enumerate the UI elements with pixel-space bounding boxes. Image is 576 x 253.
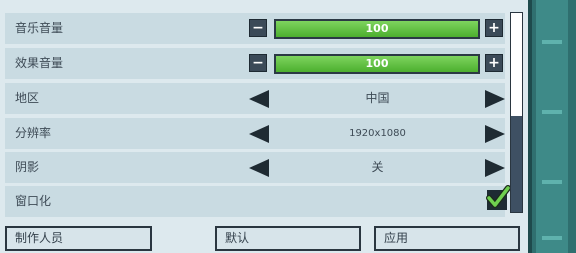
effects-volume-row: 效果音量 − 100 + bbox=[5, 48, 505, 79]
check-icon bbox=[486, 185, 511, 208]
resolution-prev-arrow-icon[interactable] bbox=[249, 125, 269, 143]
background-stripe bbox=[542, 110, 562, 114]
windowed-checkbox[interactable] bbox=[486, 185, 511, 210]
effects-volume-value: 100 bbox=[365, 57, 389, 70]
plus-icon: + bbox=[488, 20, 500, 36]
resolution-next-arrow-icon[interactable] bbox=[485, 125, 505, 143]
credits-button[interactable]: 制作人员 bbox=[5, 226, 152, 251]
shadows-next-arrow-icon[interactable] bbox=[485, 159, 505, 177]
background-stripe bbox=[542, 40, 562, 44]
music-volume-row: 音乐音量 − 100 + bbox=[5, 13, 505, 44]
background-pillar bbox=[536, 0, 568, 253]
region-row: 地区 中国 bbox=[5, 83, 505, 114]
background-stripe bbox=[542, 236, 562, 240]
default-button[interactable]: 默认 bbox=[215, 226, 361, 251]
windowed-label: 窗口化 bbox=[15, 194, 52, 208]
shadows-label: 阴影 bbox=[15, 160, 40, 174]
windowed-row: 窗口化 bbox=[5, 185, 511, 217]
shadows-value: 关 bbox=[371, 160, 384, 174]
effects-volume-decrease-button[interactable]: − bbox=[249, 54, 267, 72]
music-volume-value: 100 bbox=[365, 22, 389, 35]
background-stripe bbox=[542, 180, 562, 184]
region-next-arrow-icon[interactable] bbox=[485, 90, 505, 108]
effects-volume-slider[interactable]: 100 bbox=[274, 54, 480, 74]
apply-button[interactable]: 应用 bbox=[374, 226, 520, 251]
background-edge bbox=[528, 0, 532, 253]
music-volume-decrease-button[interactable]: − bbox=[249, 19, 267, 37]
music-volume-increase-button[interactable]: + bbox=[485, 19, 503, 37]
music-volume-label: 音乐音量 bbox=[15, 21, 64, 35]
region-value: 中国 bbox=[365, 91, 390, 105]
effects-volume-increase-button[interactable]: + bbox=[485, 54, 503, 72]
game-background bbox=[528, 0, 576, 253]
resolution-label: 分辨率 bbox=[15, 126, 52, 140]
minus-icon: − bbox=[252, 55, 264, 71]
plus-icon: + bbox=[488, 55, 500, 71]
settings-panel: 音乐音量 − 100 + 效果音量 − 100 + 地区 中国 分辨率 1920… bbox=[0, 0, 528, 253]
shadows-row: 阴影 关 bbox=[5, 152, 505, 183]
settings-scrollbar[interactable] bbox=[510, 12, 523, 213]
resolution-value: 1920x1080 bbox=[349, 128, 406, 139]
region-label: 地区 bbox=[15, 91, 40, 105]
minus-icon: − bbox=[252, 20, 264, 36]
shadows-prev-arrow-icon[interactable] bbox=[249, 159, 269, 177]
scrollbar-thumb[interactable] bbox=[511, 116, 522, 212]
region-prev-arrow-icon[interactable] bbox=[249, 90, 269, 108]
effects-volume-label: 效果音量 bbox=[15, 56, 64, 70]
resolution-row: 分辨率 1920x1080 bbox=[5, 118, 505, 149]
music-volume-slider[interactable]: 100 bbox=[274, 19, 480, 39]
